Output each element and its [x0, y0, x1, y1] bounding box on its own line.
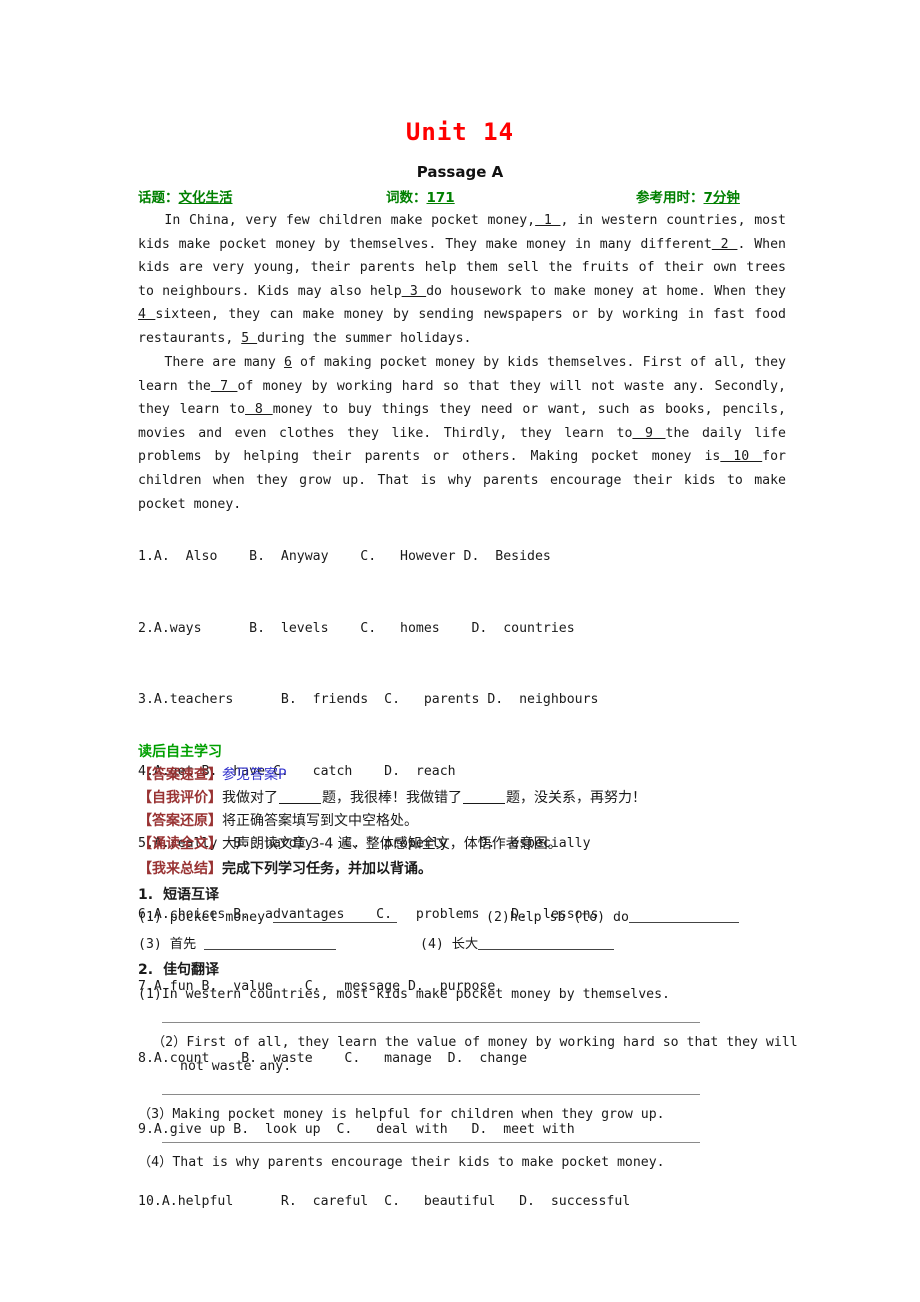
task-2-title: 佳句翻译 — [163, 962, 220, 978]
translation-answer-line[interactable] — [162, 1022, 700, 1023]
sentence-line: （2）First of all, they learn the value of… — [152, 1031, 810, 1055]
blank-3: 3 — [401, 283, 427, 299]
text-run: In China, very few children make pocket … — [164, 213, 536, 228]
blank-9: 9 — [632, 425, 666, 441]
study-line-answer-restore: 【答案还原】将正确答案填写到文中空格处。 — [138, 810, 838, 830]
phrase-answer-blank[interactable] — [628, 922, 739, 923]
text-run: 将正确答案填写到文中空格处。 — [222, 813, 418, 829]
blank-2: 2 — [711, 236, 738, 252]
text-run: 大声朗读文章 3-4 遍、整体感知全文，体悟作者意图。 — [222, 836, 562, 852]
phrase-answer-blank[interactable] — [273, 922, 398, 923]
sentence-text: First of all, they learn the value of mo… — [186, 1035, 798, 1050]
translation-answer-line[interactable] — [162, 1142, 700, 1143]
meta-suggested-time: 参考用时：7分钟 — [636, 186, 740, 206]
phrase-text: 长大 — [451, 937, 479, 952]
blank-1: 1 — [535, 213, 561, 228]
sentence-label: (1) — [138, 987, 162, 1002]
text-run: 我做对了 — [222, 790, 278, 806]
task-1-heading: 1. 短语互译 — [138, 884, 219, 904]
wrong-count-blank[interactable] — [463, 803, 505, 804]
text-run: during the summer holidays. — [257, 330, 472, 346]
sentence-label: （3） — [138, 1107, 173, 1122]
label-self-evaluation: 【自我评价】 — [138, 790, 222, 806]
phrase-label: (1) — [138, 910, 162, 925]
multiple-choice-options: 1.A. Also B. Anyway C. However D. Beside… — [138, 497, 818, 1262]
section-heading-self-study: 读后自主学习 — [138, 744, 222, 760]
sentence-text: That is why parents encourage their kids… — [172, 1155, 665, 1170]
translation-sentence-3: （3）Making pocket money is helpful for ch… — [138, 1103, 810, 1127]
passage-title: Passage A — [416, 163, 504, 181]
option-line[interactable]: 10.A.helpful R. careful C. beautiful D. … — [138, 1190, 818, 1214]
option-line[interactable]: 1.A. Also B. Anyway C. However D. Beside… — [138, 545, 818, 569]
sentence-line: not waste any. — [180, 1058, 292, 1074]
option-line[interactable]: 3.A.teachers B. friends C. parents D. ne… — [138, 688, 818, 712]
label-answer-lookup: 【答案速查】 — [138, 767, 222, 783]
study-line-answer-lookup: 【答案速查】参见答案P — [138, 764, 838, 784]
phrase-text: pocket money — [169, 910, 266, 925]
study-line-self-evaluation: 【自我评价】我做对了 题，我很棒！我做错了 题，没关系，再努力！ — [138, 787, 838, 807]
task-2-number: 2. — [138, 962, 154, 978]
phrase-text: help sb (to) do — [509, 910, 629, 925]
phrase-item-1: (1) pocket money — [138, 910, 398, 925]
blank-10: 10 — [720, 449, 763, 465]
meta-topic: 话题：文化生活 — [138, 186, 233, 206]
page-title: Unit 14 — [405, 118, 515, 146]
paragraph-text: There are many 6 of making pocket money … — [138, 351, 786, 516]
sentence-text: In western countries, most kids make poc… — [161, 987, 670, 1002]
label-summary: 【我来总结】 — [138, 861, 222, 877]
meta-words-value: 171 — [426, 190, 455, 206]
passage-paragraph-1: In China, very few children make pocket … — [138, 209, 786, 351]
task-1-number: 1. — [138, 887, 154, 903]
text-run: 题，我很棒！我做错了 — [322, 790, 462, 806]
option-line[interactable]: 2.A.ways B. levels C. homes D. countries — [138, 617, 818, 641]
text-run: There are many — [164, 355, 284, 370]
translation-sentence-1: (1)In western countries, most kids make … — [138, 983, 810, 1007]
phrase-label: (3) — [138, 937, 162, 952]
phrase-answer-blank[interactable] — [204, 949, 337, 950]
translation-sentence-4: （4）That is why parents encourage their k… — [138, 1151, 810, 1175]
phrase-label: (4) — [420, 937, 444, 952]
correct-count-blank[interactable] — [279, 803, 321, 804]
task-1-title: 短语互译 — [163, 887, 220, 903]
label-read-aloud: 【诵读全文】 — [138, 836, 222, 852]
phrase-label: (2) — [486, 910, 510, 925]
translation-answer-line[interactable] — [162, 1094, 700, 1095]
meta-time-value: 7分钟 — [703, 190, 740, 206]
sentence-text: Making pocket money is helpful for child… — [172, 1107, 665, 1122]
passage-meta: 话题：文化生活 词数：171 参考用时：7分钟 — [138, 186, 786, 206]
label-answer-restore: 【答案还原】 — [138, 813, 222, 829]
translation-sentence-2: （2）First of all, they learn the value of… — [152, 1031, 810, 1078]
text-run: do housework to make money at home. When… — [426, 283, 786, 299]
text-run: 完成下列学习任务，并加以背诵。 — [222, 861, 432, 877]
meta-words-label: 词数： — [386, 190, 427, 206]
worksheet-page: Unit 14 Passage A 话题：文化生活 词数：171 参考用时：7分… — [0, 0, 920, 1302]
phrase-text: 首先 — [169, 937, 197, 952]
paragraph-text: In China, very few children make pocket … — [138, 209, 786, 351]
sentence-label: （4） — [138, 1155, 173, 1170]
answer-reference-link[interactable]: 参见答案P — [222, 767, 286, 783]
phrase-answer-blank[interactable] — [478, 949, 615, 950]
sentence-label: （2） — [152, 1035, 187, 1050]
task-2-heading: 2. 佳句翻译 — [138, 959, 219, 979]
study-line-read-aloud: 【诵读全文】大声朗读文章 3-4 遍、整体感知全文，体悟作者意图。 — [138, 833, 838, 853]
phrase-item-4: (4) 长大 — [420, 933, 615, 952]
meta-topic-label: 话题： — [138, 190, 179, 206]
blank-7: 7 — [210, 378, 238, 394]
blank-6: 6 — [283, 355, 292, 370]
meta-topic-value: 文化生活 — [178, 190, 233, 206]
phrase-item-2: (2)help sb (to) do — [486, 910, 739, 925]
meta-time-label: 参考用时： — [636, 190, 704, 206]
blank-4: 4 — [138, 307, 156, 323]
text-run: 题，没关系，再努力！ — [506, 790, 646, 806]
phrase-item-3: (3) 首先 — [138, 933, 337, 952]
study-line-summary: 【我来总结】完成下列学习任务，并加以背诵。 — [138, 858, 838, 878]
blank-5: 5 — [241, 330, 258, 346]
passage-paragraph-2: There are many 6 of making pocket money … — [138, 351, 786, 516]
blank-8: 8 — [245, 402, 273, 418]
meta-word-count: 词数：171 — [386, 186, 455, 206]
